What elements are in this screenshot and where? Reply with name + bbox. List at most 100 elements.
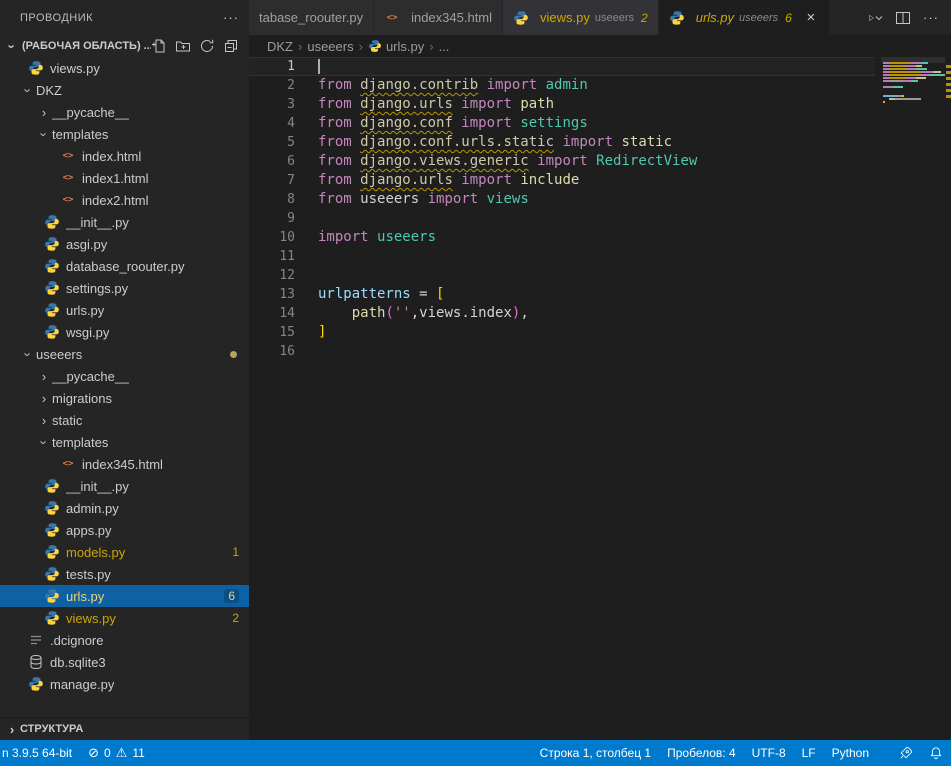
more-actions-icon[interactable]: ···	[923, 10, 939, 25]
tree-item-tests.py[interactable]: tests.py	[0, 563, 249, 585]
tree-item-asgi.py[interactable]: asgi.py	[0, 233, 249, 255]
tree-item-db.sqlite3[interactable]: db.sqlite3	[0, 651, 249, 673]
code-line[interactable]: 7from django.urls import include	[249, 171, 875, 190]
code-line[interactable]: 12	[249, 266, 875, 285]
tree-item-views.py[interactable]: views.py2	[0, 607, 249, 629]
line-number[interactable]: 14	[249, 304, 295, 323]
encoding-status[interactable]: UTF-8	[744, 740, 794, 766]
tree-item-models.py[interactable]: models.py1	[0, 541, 249, 563]
tree-item-manage.py[interactable]: manage.py	[0, 673, 249, 695]
breadcrumb-item-...[interactable]: ...	[439, 39, 450, 54]
line-number[interactable]: 9	[249, 209, 295, 228]
breadcrumb-item-useeers[interactable]: useeers	[307, 39, 353, 54]
workspace-section-header[interactable]: › (РАБОЧАЯ ОБЛАСТЬ) ...	[0, 35, 249, 57]
rocket-icon[interactable]	[891, 740, 921, 766]
code-line[interactable]: 2from django.contrib import admin	[249, 76, 875, 95]
tab-tabase_roouter.py[interactable]: tabase_roouter.py	[249, 0, 374, 35]
explorer-sidebar: ПРОВОДНИК ··· › (РАБОЧАЯ ОБЛАСТЬ) ...	[0, 0, 249, 740]
notifications-bell-icon[interactable]	[921, 740, 951, 766]
close-icon[interactable]: ×	[803, 10, 819, 25]
line-number[interactable]: 4	[249, 114, 295, 133]
tree-item-static[interactable]: ›static	[0, 409, 249, 431]
line-number[interactable]: 7	[249, 171, 295, 190]
cursor-position-status[interactable]: Строка 1, столбец 1	[532, 740, 659, 766]
new-folder-icon[interactable]	[175, 38, 191, 54]
tree-item-database_roouter.py[interactable]: database_roouter.py	[0, 255, 249, 277]
tab-views.py[interactable]: views.pyuseeers2	[503, 0, 659, 35]
new-file-icon[interactable]	[151, 38, 167, 54]
tree-item-index2.html[interactable]: <>index2.html	[0, 189, 249, 211]
line-number[interactable]: 1	[249, 57, 295, 76]
line-number[interactable]: 13	[249, 285, 295, 304]
tree-item-index345.html[interactable]: <>index345.html	[0, 453, 249, 475]
breadcrumb-item-urls.py[interactable]: urls.py	[368, 39, 424, 54]
error-icon: ⊘	[88, 746, 99, 761]
line-number[interactable]: 10	[249, 228, 295, 247]
tree-item-index1.html[interactable]: <>index1.html	[0, 167, 249, 189]
code-line[interactable]: 3from django.urls import path	[249, 95, 875, 114]
ignore-file-icon	[28, 632, 44, 648]
overview-ruler[interactable]	[945, 57, 951, 740]
line-number[interactable]: 2	[249, 76, 295, 95]
more-actions-icon[interactable]: ···	[223, 10, 239, 25]
tree-item-admin.py[interactable]: admin.py	[0, 497, 249, 519]
code-line[interactable]: 11	[249, 247, 875, 266]
tree-item-__pycache__[interactable]: ›__pycache__	[0, 365, 249, 387]
line-number[interactable]: 11	[249, 247, 295, 266]
tree-item-DKZ[interactable]: ›DKZ	[0, 79, 249, 101]
run-button[interactable]	[867, 10, 883, 26]
tree-item-__init__.py[interactable]: __init__.py	[0, 475, 249, 497]
code-line[interactable]: 9	[249, 209, 875, 228]
tree-item-.dcignore[interactable]: .dcignore	[0, 629, 249, 651]
problems-status[interactable]: ⊘ 0 ⚠ 11	[80, 740, 153, 766]
outline-section-header[interactable]: › СТРУКТУРА	[0, 718, 249, 740]
tree-item-useeers[interactable]: ›useeers	[0, 343, 249, 365]
python-file-icon	[669, 10, 685, 26]
tree-item-apps.py[interactable]: apps.py	[0, 519, 249, 541]
eol-status[interactable]: LF	[794, 740, 824, 766]
tree-item-index.html[interactable]: <>index.html	[0, 145, 249, 167]
line-number[interactable]: 6	[249, 152, 295, 171]
outline-label: СТРУКТУРА	[20, 723, 83, 735]
code-line[interactable]: 16	[249, 342, 875, 361]
tree-item-wsgi.py[interactable]: wsgi.py	[0, 321, 249, 343]
line-number[interactable]: 16	[249, 342, 295, 361]
code-line[interactable]: 5from django.conf.urls.static import sta…	[249, 133, 875, 152]
line-number[interactable]: 5	[249, 133, 295, 152]
line-number[interactable]: 15	[249, 323, 295, 342]
indentation-status[interactable]: Пробелов: 4	[659, 740, 744, 766]
tree-item-views.py[interactable]: views.py	[0, 57, 249, 79]
python-file-icon	[44, 214, 60, 230]
python-version-status[interactable]: n 3.9.5 64-bit	[0, 740, 80, 766]
tab-urls.py[interactable]: urls.pyuseeers6×	[659, 0, 830, 35]
line-number[interactable]: 8	[249, 190, 295, 209]
code-line[interactable]: 8from useeers import views	[249, 190, 875, 209]
code-line[interactable]: 6from django.views.generic import Redire…	[249, 152, 875, 171]
language-status[interactable]: Python	[824, 740, 877, 766]
split-editor-icon[interactable]	[895, 10, 911, 26]
code-line[interactable]: 13urlpatterns = [	[249, 285, 875, 304]
tree-item-__pycache__[interactable]: ›__pycache__	[0, 101, 249, 123]
tree-item-urls.py[interactable]: urls.py	[0, 299, 249, 321]
code-line[interactable]: 10import useeers	[249, 228, 875, 247]
tree-item-templates[interactable]: ›templates	[0, 431, 249, 453]
chevron-right-icon: ›	[4, 722, 20, 737]
tab-index345.html[interactable]: <>index345.html	[374, 0, 503, 35]
tree-item-__init__.py[interactable]: __init__.py	[0, 211, 249, 233]
code-line[interactable]: 15]	[249, 323, 875, 342]
tree-item-templates[interactable]: ›templates	[0, 123, 249, 145]
code-line[interactable]: 1	[249, 57, 875, 76]
code-line[interactable]: 4from django.conf import settings	[249, 114, 875, 133]
tree-item-urls.py[interactable]: urls.py6	[0, 585, 249, 607]
line-number[interactable]: 12	[249, 266, 295, 285]
code-line[interactable]: 14 path('',views.index),	[249, 304, 875, 323]
line-number[interactable]: 3	[249, 95, 295, 114]
tree-item-migrations[interactable]: ›migrations	[0, 387, 249, 409]
tree-item-settings.py[interactable]: settings.py	[0, 277, 249, 299]
refresh-icon[interactable]	[199, 38, 215, 54]
minimap[interactable]	[881, 57, 945, 740]
code-area[interactable]: 12from django.contrib import admin3from …	[249, 57, 875, 740]
breadcrumb-item-DKZ[interactable]: DKZ	[267, 39, 293, 54]
collapse-all-icon[interactable]	[223, 38, 239, 54]
warning-count: 11	[132, 746, 144, 760]
